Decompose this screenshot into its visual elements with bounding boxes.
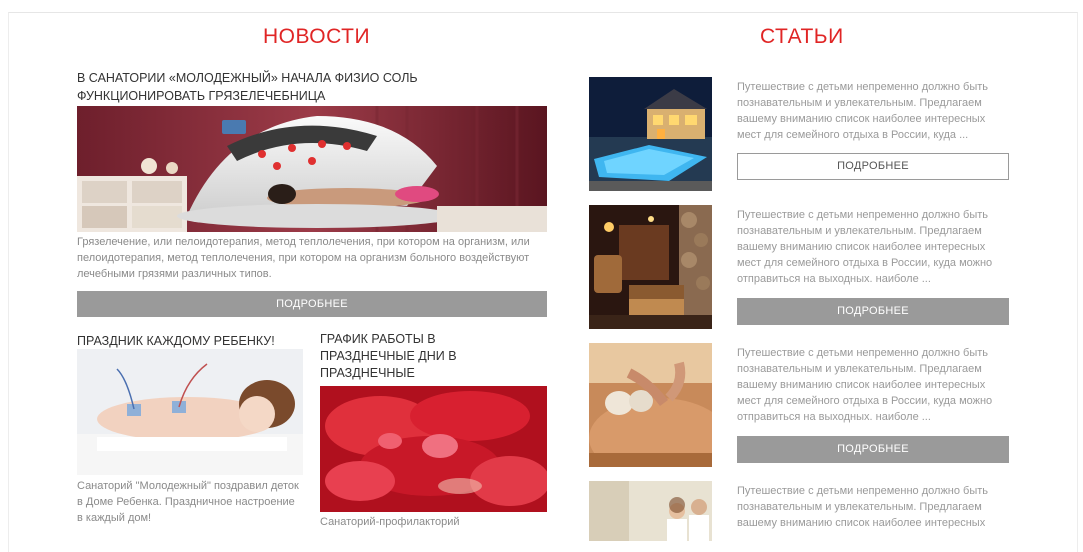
article-more-button[interactable]: ПОДРОБНЕЕ — [737, 436, 1009, 463]
flowers-image[interactable] — [320, 386, 547, 512]
article-text: Путешествие с детьми непременно должно б… — [737, 485, 989, 529]
doctors-image[interactable] — [589, 481, 712, 541]
article-text: Путешествие с детьми непременно должно б… — [737, 209, 993, 285]
article-more-button[interactable]: ПОДРОБНЕЕ — [737, 153, 1009, 180]
news-item-title[interactable]: ГРАФИК РАБОТЫ В ПРАЗДНЕЧНЫЕ ДНИ В ПРАЗДН… — [320, 331, 510, 382]
news-main-more-button[interactable]: ПОДРОБНЕЕ — [77, 291, 547, 317]
news-item-title[interactable]: ПРАЗДНИК КАЖДОМУ РЕБЕНКУ! — [77, 333, 297, 350]
child-therapy-image[interactable] — [77, 349, 303, 475]
article-text: Путешествие с детьми непременно должно б… — [737, 81, 989, 141]
articles-heading: СТАТЬИ — [760, 25, 844, 48]
news-heading: НОВОСТИ — [263, 25, 371, 48]
mud-therapy-image[interactable] — [77, 106, 547, 232]
massage-image[interactable] — [589, 343, 712, 467]
house-pool-image[interactable] — [589, 77, 712, 191]
news-item-description: Санаторий "Молодежный" поздравил деток в… — [77, 480, 299, 524]
sauna-image[interactable] — [589, 205, 712, 329]
news-main-title[interactable]: В САНАТОРИИ «МОЛОДЕЖНЫЙ» НАЧАЛА ФИЗИО СО… — [77, 69, 497, 105]
article-text: Путешествие с детьми непременно должно б… — [737, 347, 993, 423]
news-main-description: Грязелечение, или пелоидотерапия, метод … — [77, 236, 530, 280]
article-more-button[interactable]: ПОДРОБНЕЕ — [737, 298, 1009, 325]
